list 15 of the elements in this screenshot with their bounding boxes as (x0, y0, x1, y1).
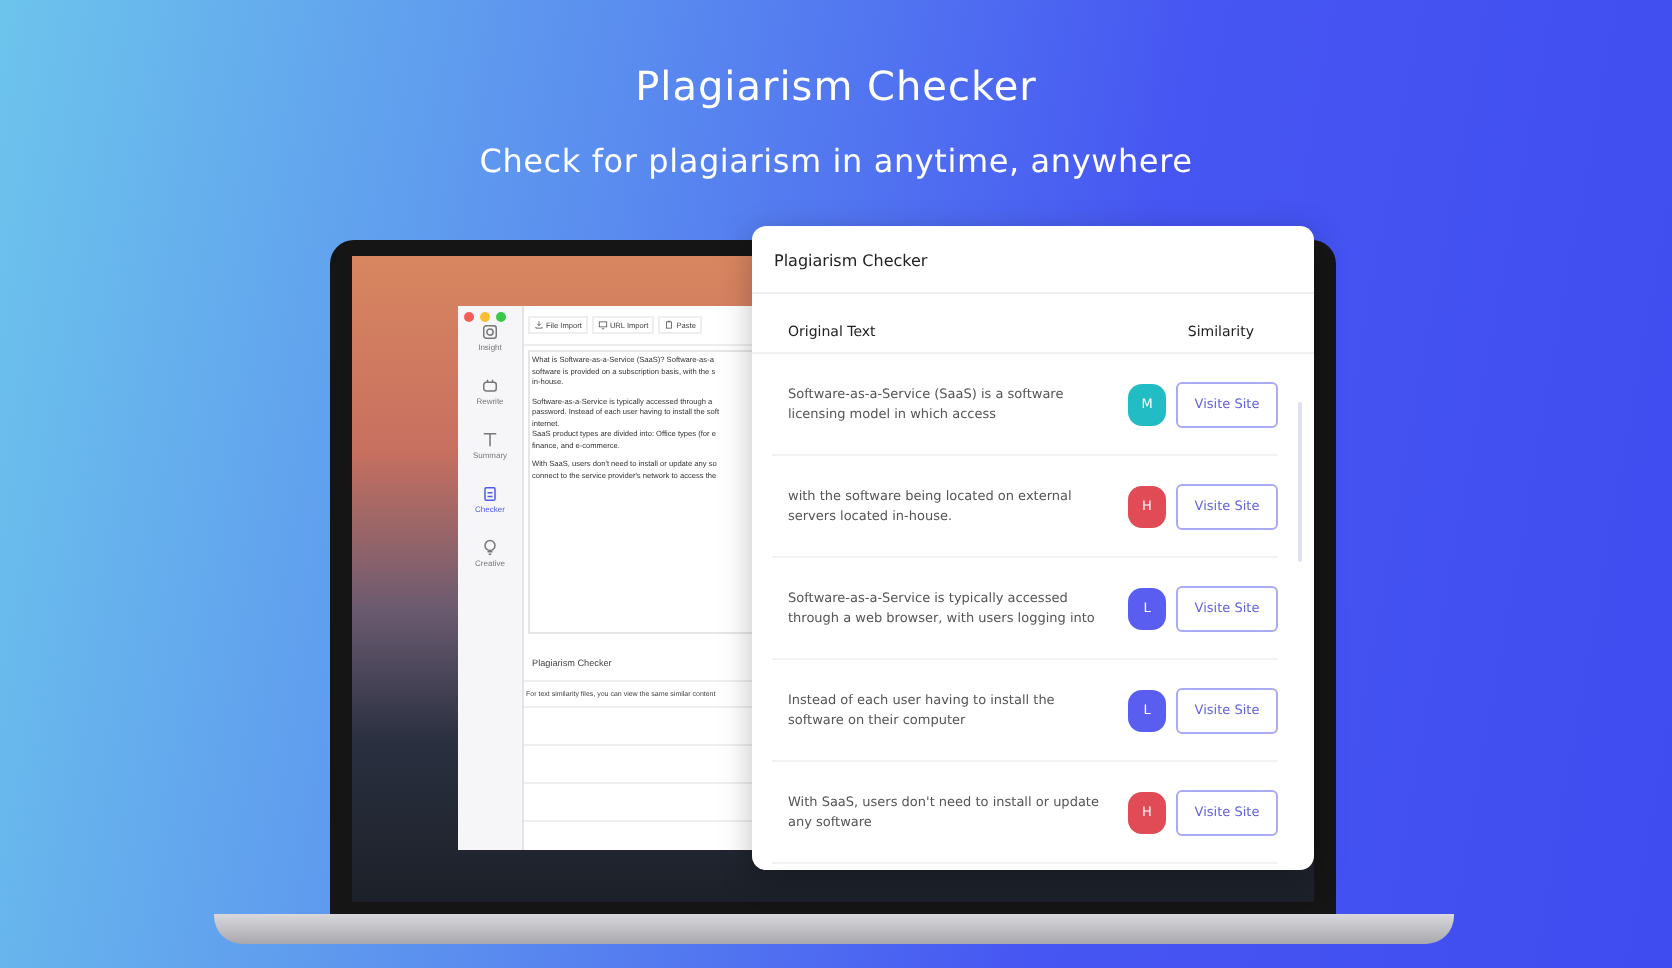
scrollbar[interactable] (1298, 402, 1302, 562)
monitor-icon (597, 320, 608, 330)
bulb-icon (480, 538, 500, 558)
minimize-dot-icon[interactable] (480, 312, 490, 322)
headline: Plagiarism Checker (633, 60, 1039, 112)
card-title: Plagiarism Checker (752, 226, 1314, 294)
robot-icon (480, 376, 500, 396)
zoom-dot-icon[interactable] (496, 312, 506, 322)
clipboard-icon (480, 484, 500, 504)
text-icon (480, 430, 500, 450)
camera-icon (480, 322, 500, 342)
subheadline: Check for plagiarism in anytime, anywhere (477, 140, 1195, 184)
download-icon (534, 320, 544, 330)
clipboard-icon (664, 320, 675, 330)
close-dot-icon[interactable] (464, 312, 474, 322)
